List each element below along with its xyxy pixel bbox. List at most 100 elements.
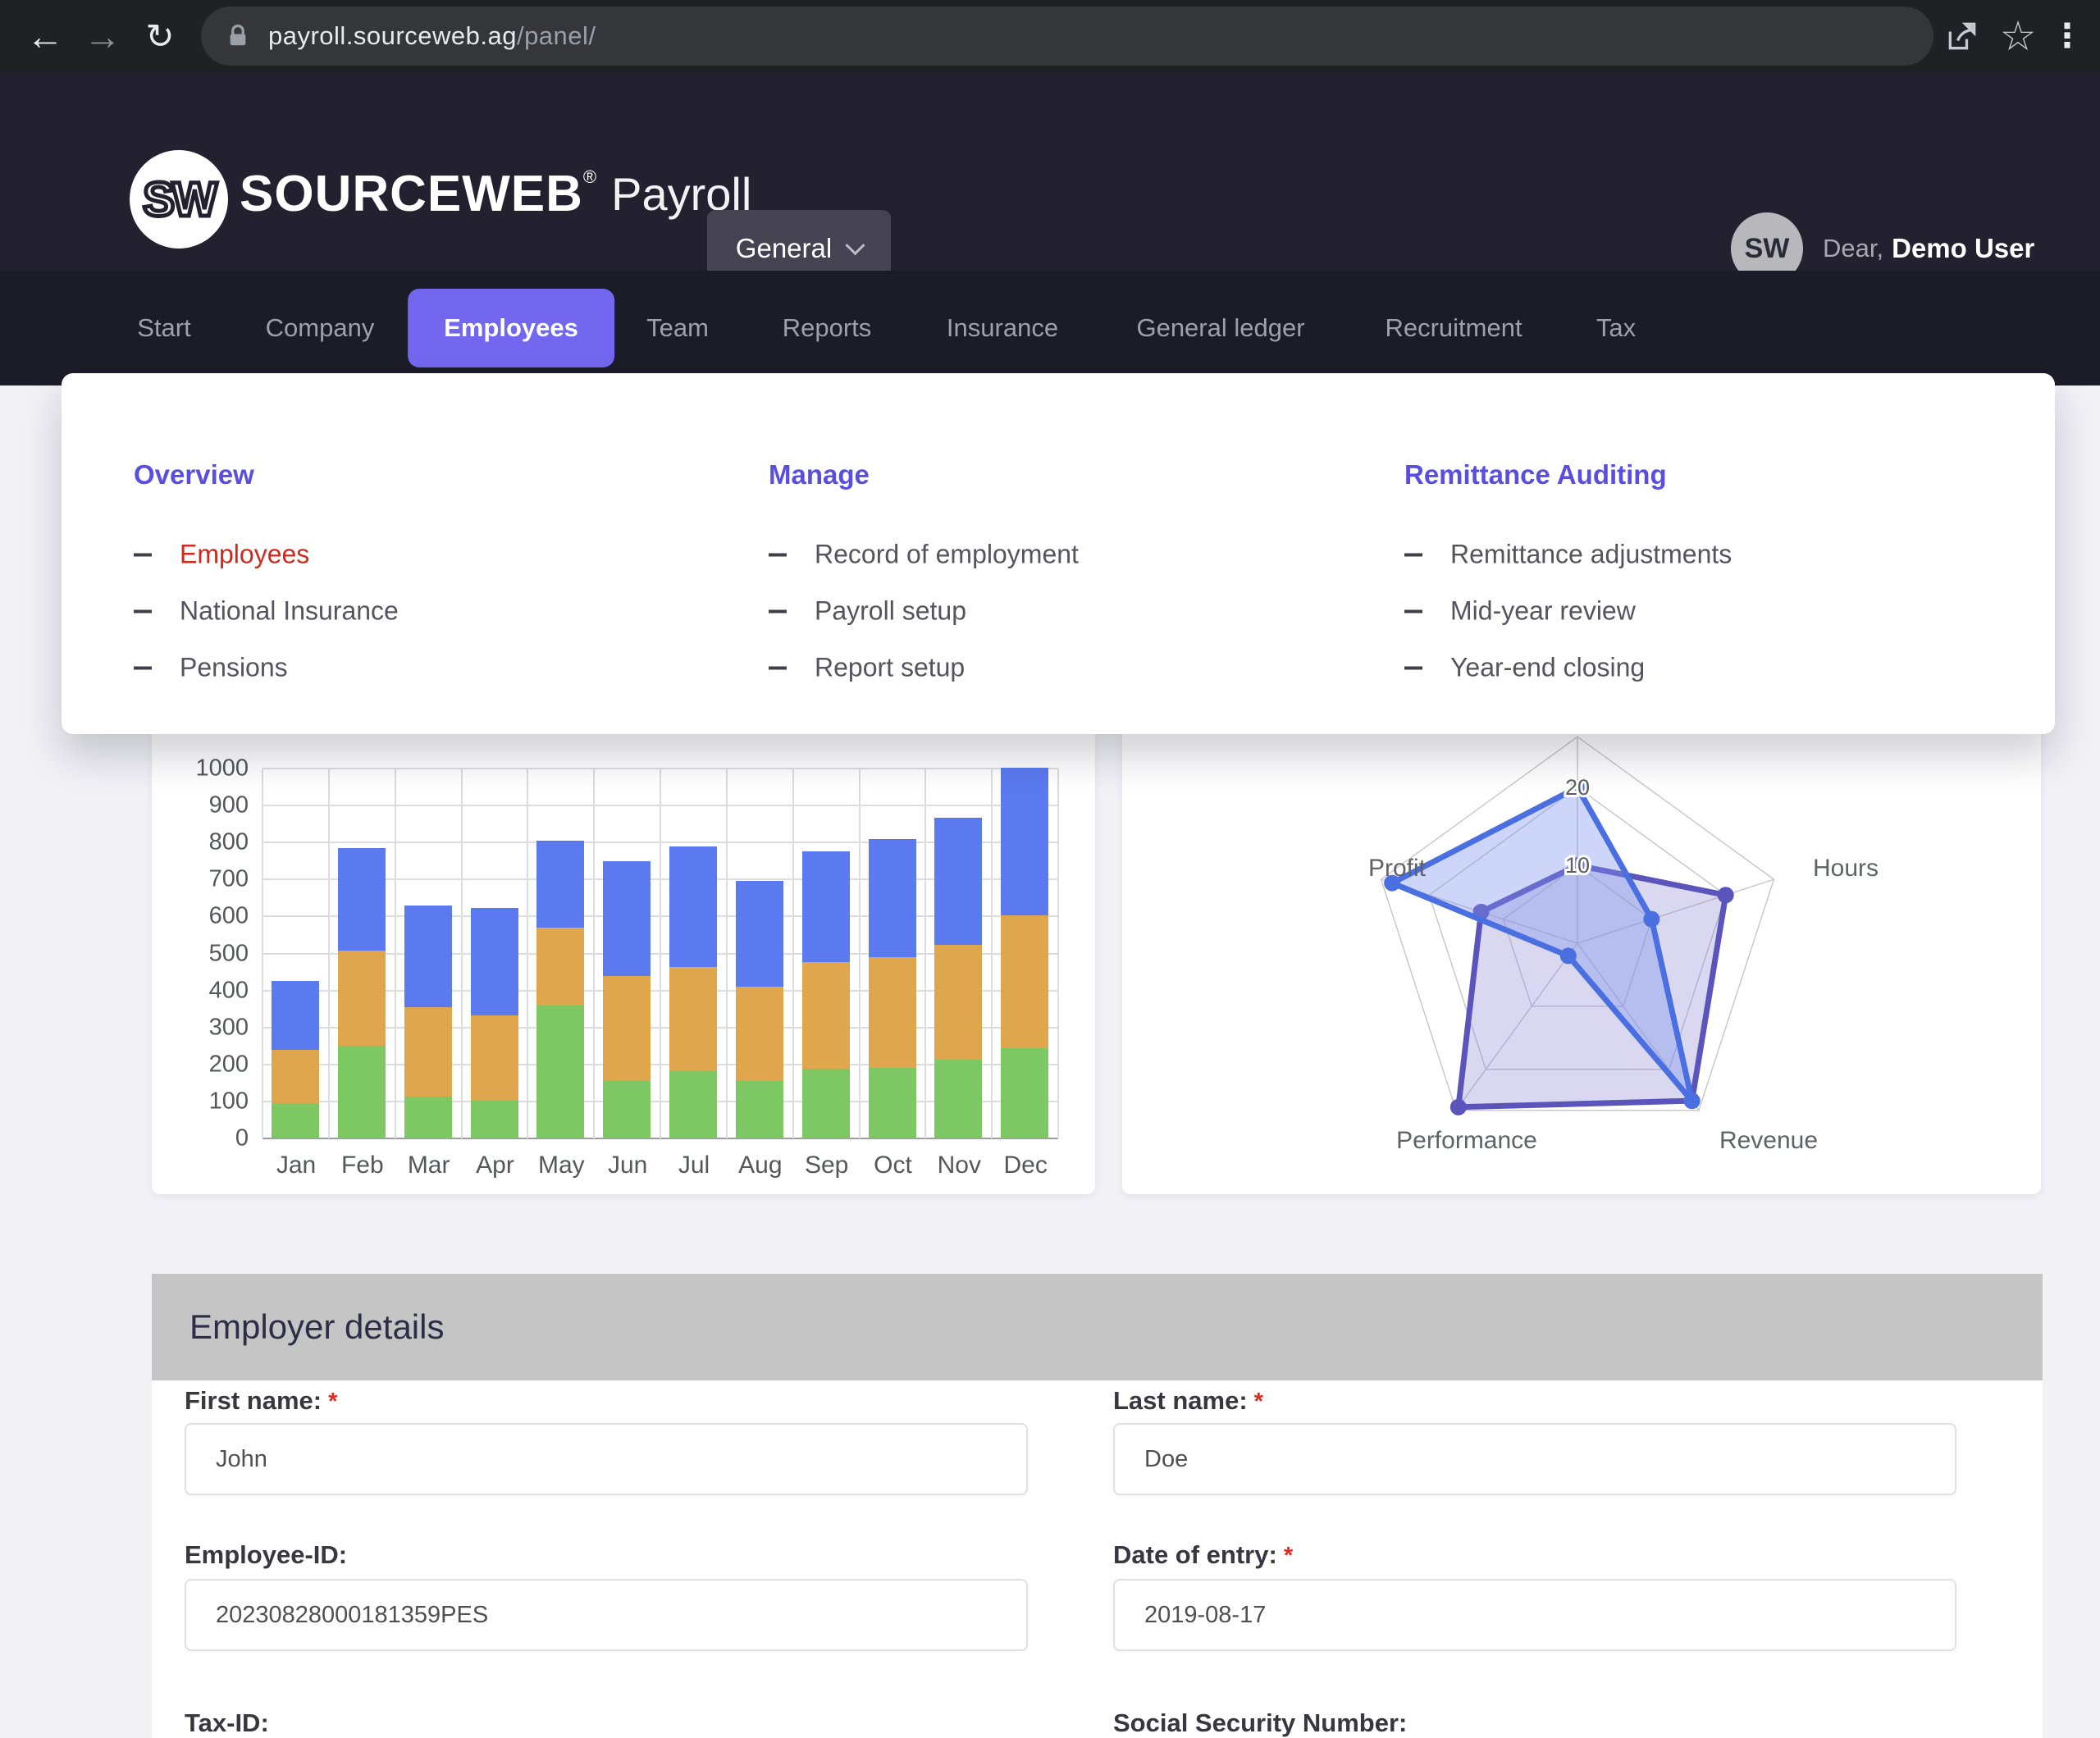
bar-segment-bottom-green-sep [802, 1069, 850, 1138]
nav-item-team[interactable]: Team [646, 313, 709, 343]
nav-item-tax[interactable]: Tax [1596, 313, 1636, 343]
sourceweb-logo[interactable]: SW [130, 150, 228, 249]
bar-segment-middle-orange-apr [471, 1015, 518, 1101]
field-input-last-name[interactable] [1113, 1423, 1956, 1495]
nav-item-general-ledger[interactable]: General ledger [1136, 313, 1304, 343]
gridline-v [593, 769, 595, 1138]
dash-bullet-icon [1404, 666, 1422, 669]
company-selector-label: General [736, 233, 832, 264]
field-label-first-name: First name:* [185, 1386, 337, 1416]
menu-item-label: Year-end closing [1450, 653, 1645, 683]
menu-item-remittance-adjustments[interactable]: Remittance adjustments [1404, 540, 1732, 570]
gridline-v [461, 769, 463, 1138]
radar-axis-label-hours: Hours [1813, 855, 1879, 882]
avatar-monogram: SW [1745, 233, 1790, 265]
gridline-v [924, 769, 926, 1138]
menu-item-year-end-closing[interactable]: Year-end closing [1404, 653, 1645, 683]
radar-chart-card: 1020HoursRevenuePerformanceProfit [1122, 712, 2041, 1194]
bar-segment-middle-orange-dec [1001, 915, 1048, 1047]
nav-item-reports[interactable]: Reports [783, 313, 872, 343]
nav-item-company[interactable]: Company [266, 313, 375, 343]
menu-item-mid-year-review[interactable]: Mid-year review [1404, 596, 1636, 627]
y-axis-tick-label: 200 [167, 1051, 249, 1078]
menu-heading-manage[interactable]: Manage [769, 459, 870, 490]
nav-item-employees[interactable]: Employees [408, 289, 614, 367]
field-label-employee-id: Employee-ID: [185, 1540, 347, 1570]
app-header: SW SOURCEWEB® Payroll General SW Dear, D… [0, 72, 2100, 271]
required-asterisk: * [1254, 1389, 1263, 1415]
bar-segment-top-blue-jul [669, 846, 717, 967]
brand-name: SOURCEWEB [240, 165, 583, 223]
bar-segment-top-blue-jun [603, 861, 651, 977]
bar-segment-middle-orange-aug [736, 987, 783, 1081]
x-axis-tick-label: Feb [326, 1152, 399, 1179]
menu-item-pensions[interactable]: Pensions [134, 653, 288, 683]
bar-segment-top-blue-aug [736, 881, 783, 987]
menu-heading-overview[interactable]: Overview [134, 459, 254, 490]
radar-tick-label: 20 [1565, 775, 1590, 800]
field-input-first-name[interactable] [185, 1423, 1028, 1495]
brand-registered-mark: ® [583, 167, 596, 188]
field-label-social-security-number: Social Security Number: [1113, 1708, 1407, 1738]
bar-segment-middle-orange-jul [669, 967, 717, 1072]
x-axis-tick-label: Mar [392, 1152, 466, 1179]
radar-point-series-light-blue [1684, 1093, 1701, 1109]
radar-point-series-violet [1718, 887, 1734, 903]
browser-back-icon[interactable]: ← [26, 14, 64, 58]
gridline-v [991, 769, 993, 1138]
menu-item-national-insurance[interactable]: National Insurance [134, 596, 399, 627]
nav-item-start[interactable]: Start [137, 313, 190, 343]
bar-segment-bottom-green-jul [669, 1071, 717, 1138]
menu-item-employees[interactable]: Employees [134, 540, 309, 570]
bar-segment-middle-orange-may [536, 928, 584, 1006]
browser-menu-icon[interactable]: ⋮ [2051, 17, 2084, 55]
bar-segment-middle-orange-jun [603, 976, 651, 1079]
y-axis-tick-label: 700 [167, 866, 249, 893]
required-asterisk: * [1284, 1543, 1293, 1569]
monthly-stacked-bar-chart: 01002003004005006007008009001000JanFebMa… [152, 712, 1095, 1194]
bar-segment-bottom-green-jan [272, 1103, 319, 1138]
x-axis-tick-label: Jan [259, 1152, 333, 1179]
browser-forward-icon[interactable]: → [84, 14, 121, 58]
required-asterisk: * [328, 1389, 337, 1415]
browser-reload-icon[interactable]: ↻ [145, 16, 174, 57]
radar-tick-label: 10 [1565, 853, 1590, 878]
nav-item-recruitment[interactable]: Recruitment [1385, 313, 1522, 343]
y-axis-tick-label: 1000 [167, 755, 249, 782]
nav-item-insurance[interactable]: Insurance [947, 313, 1058, 343]
bar-segment-top-blue-may [536, 841, 584, 928]
dash-bullet-icon [134, 553, 152, 556]
user-name: Demo User [1892, 233, 2034, 264]
greeting-prefix: Dear, [1823, 234, 1883, 263]
dash-bullet-icon [1404, 553, 1422, 556]
y-axis-tick-label: 100 [167, 1088, 249, 1115]
menu-item-payroll-setup[interactable]: Payroll setup [769, 596, 966, 627]
x-axis-tick-label: Nov [922, 1152, 996, 1179]
browser-chrome: ← → ↻ payroll.sourceweb.ag/panel/ ☆ ⋮ [0, 0, 2100, 72]
bar-segment-bottom-green-oct [869, 1068, 916, 1138]
bar-segment-middle-orange-nov [934, 945, 982, 1061]
bar-segment-top-blue-sep [802, 851, 850, 963]
menu-item-record-of-employment[interactable]: Record of employment [769, 540, 1079, 570]
brand-title: SOURCEWEB® Payroll [240, 144, 751, 243]
menu-heading-remittance-auditing[interactable]: Remittance Auditing [1404, 459, 1667, 490]
menu-item-label: National Insurance [180, 596, 399, 627]
field-input-employee-id[interactable] [185, 1579, 1028, 1651]
bar-segment-bottom-green-aug [736, 1081, 783, 1138]
dash-bullet-icon [134, 609, 152, 613]
menu-item-report-setup[interactable]: Report setup [769, 653, 965, 683]
menu-item-label: Report setup [815, 653, 965, 683]
chevron-down-icon [846, 235, 865, 255]
field-input-date-of-entry[interactable] [1113, 1579, 1956, 1651]
y-axis-tick-label: 600 [167, 903, 249, 930]
menu-item-label: Payroll setup [815, 596, 966, 627]
bookmark-star-icon[interactable]: ☆ [2000, 12, 2037, 60]
gridline-v [792, 769, 794, 1138]
bar-segment-top-blue-feb [338, 848, 386, 951]
radar-point-series-light-blue [1643, 911, 1659, 928]
employer-details-form: First name:*Last name:*Employee-ID:Date … [152, 1380, 2043, 1738]
share-icon[interactable] [1944, 18, 1980, 54]
address-bar[interactable]: payroll.sourceweb.ag/panel/ [201, 7, 1933, 66]
bar-segment-bottom-green-may [536, 1006, 584, 1138]
bar-segment-bottom-green-feb [338, 1046, 386, 1138]
